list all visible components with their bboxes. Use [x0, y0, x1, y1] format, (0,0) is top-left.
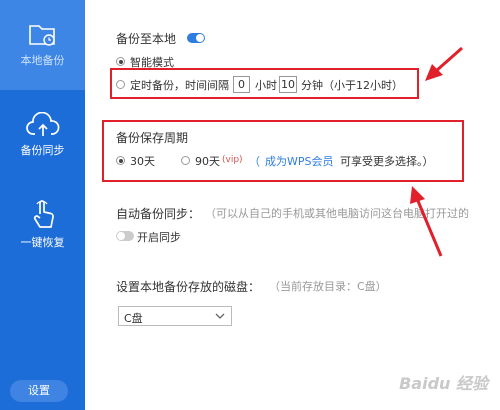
watermark: Baidu 经验: [399, 374, 488, 393]
annotation-arrows: [410, 46, 463, 257]
arrow-pointing-timed-box: [425, 46, 463, 81]
arrow-pointing-retention-box: [410, 186, 443, 257]
